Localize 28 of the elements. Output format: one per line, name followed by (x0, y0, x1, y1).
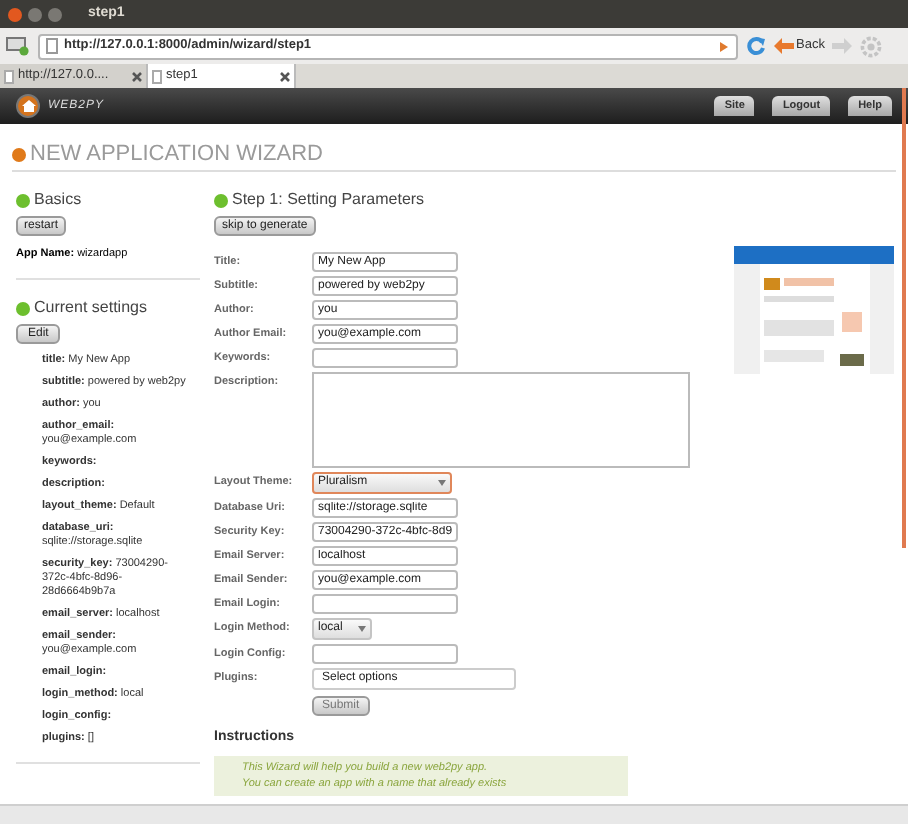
bullet-icon (12, 147, 26, 161)
close-icon[interactable] (280, 71, 290, 81)
computer-icon[interactable] (6, 36, 30, 56)
home-icon[interactable] (16, 94, 40, 118)
caret-icon (438, 480, 446, 486)
text-field[interactable] (312, 644, 458, 664)
step-title: Step 1: Setting Parameters (232, 188, 425, 212)
bullet-icon (16, 193, 30, 207)
close-icon[interactable] (132, 71, 142, 81)
text-area[interactable] (312, 372, 690, 468)
text-field[interactable] (312, 594, 458, 614)
bullet-icon (214, 193, 228, 207)
section-title: Current settings (34, 296, 147, 320)
page-title: NEW APPLICATION WIZARD (30, 142, 323, 166)
maximize-icon[interactable] (48, 7, 62, 21)
page-icon (4, 69, 14, 83)
close-icon[interactable] (8, 7, 22, 21)
bullet-icon (16, 301, 30, 315)
reload-icon[interactable] (746, 36, 766, 56)
minimize-icon[interactable] (28, 7, 42, 21)
section-title: Basics (34, 188, 82, 212)
caret-icon (358, 626, 366, 632)
back-arrow-icon (774, 38, 794, 54)
feed-icon[interactable] (718, 39, 730, 53)
page-icon (152, 69, 162, 83)
settings-icon[interactable] (860, 35, 883, 57)
text-field[interactable] (312, 348, 458, 368)
page-icon (46, 38, 58, 54)
